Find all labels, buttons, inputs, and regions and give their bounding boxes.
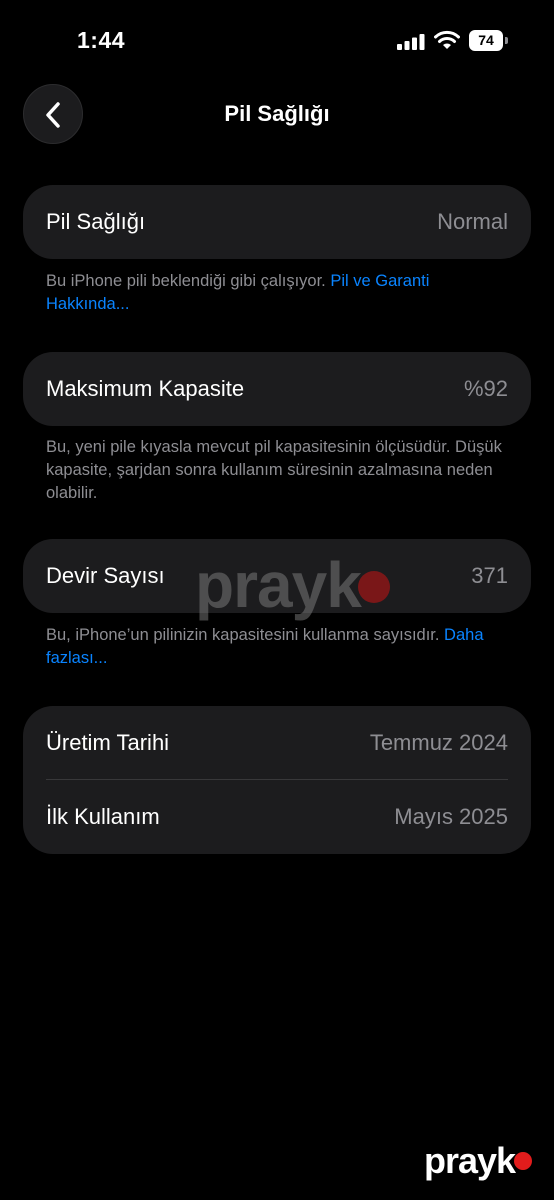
dates-card: Üretim Tarihi Temmuz 2024 İlk Kullanım M…	[23, 706, 531, 854]
cellular-signal-icon	[397, 34, 425, 50]
max-capacity-card: Maksimum Kapasite %92	[23, 352, 531, 426]
battery-health-footnote: Bu iPhone pili beklendiği gibi çalışıyor…	[46, 270, 516, 316]
battery-health-value: Normal	[437, 209, 508, 234]
manufacture-date-row: Üretim Tarihi Temmuz 2024	[23, 706, 531, 780]
battery-health-card: Pil Sağlığı Normal	[23, 185, 531, 259]
max-capacity-label: Maksimum Kapasite	[46, 376, 245, 401]
cycle-count-footnote-text: Bu, iPhone’un pilinizin kapasitesini kul…	[46, 626, 445, 644]
first-use-value: Mayıs 2025	[394, 804, 508, 829]
wifi-icon	[434, 30, 460, 49]
manufacture-date-label: Üretim Tarihi	[46, 730, 170, 755]
battery-health-footnote-text: Bu iPhone pili beklendiği gibi çalışıyor…	[46, 272, 331, 290]
status-time: 1:44	[77, 27, 126, 53]
page-title: Pil Sağlığı	[224, 101, 330, 126]
corner-logo-text: prayk	[424, 1140, 516, 1181]
corner-logo: prayk	[424, 1140, 533, 1182]
battery-health-label: Pil Sağlığı	[46, 209, 146, 234]
first-use-label: İlk Kullanım	[46, 804, 160, 829]
watermark-logo: prayk	[195, 548, 390, 622]
manufacture-date-value: Temmuz 2024	[369, 730, 508, 755]
battery-level: 74	[469, 30, 503, 51]
battery-icon: 74	[469, 30, 509, 51]
corner-logo-dot	[514, 1152, 533, 1171]
watermark-text: prayk	[195, 549, 362, 621]
cycle-count-value: 371	[471, 563, 508, 588]
first-use-row: İlk Kullanım Mayıs 2025	[23, 780, 531, 854]
cycle-count-footnote: Bu, iPhone’un pilinizin kapasitesini kul…	[46, 624, 516, 670]
cycle-count-label: Devir Sayısı	[46, 563, 165, 588]
status-bar: 1:44 74	[0, 0, 554, 84]
watermark-dot	[357, 571, 390, 604]
max-capacity-footnote: Bu, yeni pile kıyasla mevcut pil kapasit…	[46, 438, 502, 502]
max-capacity-value: %92	[463, 376, 508, 401]
max-capacity-row: Maksimum Kapasite %92	[23, 352, 531, 426]
battery-health-row: Pil Sağlığı Normal	[23, 185, 531, 259]
navigation-bar: Pil Sağlığı	[0, 84, 554, 146]
